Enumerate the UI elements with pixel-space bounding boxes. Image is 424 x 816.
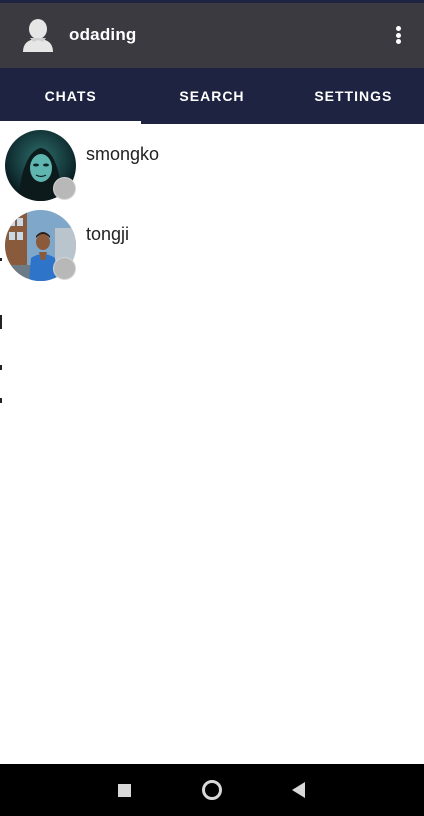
tab-bar: CHATS SEARCH SETTINGS — [0, 68, 424, 124]
menu-dot — [395, 32, 401, 38]
more-vertical-icon[interactable] — [386, 21, 410, 49]
edge-artifact — [0, 365, 2, 370]
chat-item-tongji[interactable]: tongji — [0, 204, 424, 284]
chat-list: smongko tongji — [0, 124, 424, 284]
square-recents-icon[interactable] — [94, 764, 154, 816]
edge-artifact — [0, 258, 2, 261]
tab-chats[interactable]: CHATS — [0, 68, 142, 124]
menu-dot — [395, 39, 401, 44]
edge-artifact — [0, 315, 2, 329]
circle-home-icon[interactable] — [182, 764, 242, 816]
triangle-back-icon[interactable] — [268, 764, 328, 816]
chat-name: smongko — [86, 144, 160, 164]
edge-artifact — [0, 398, 2, 403]
status-badge — [53, 257, 76, 280]
tab-search[interactable]: SEARCH — [141, 68, 282, 124]
home-glyph — [202, 780, 222, 800]
status-badge — [53, 177, 76, 200]
top-app-bar: odading — [0, 0, 424, 68]
chat-item-smongko[interactable]: smongko — [0, 124, 424, 204]
back-glyph — [291, 782, 305, 798]
chat-name: tongji — [86, 224, 130, 244]
person-silhouette-icon[interactable] — [20, 17, 56, 53]
app-screen: odading CHATS SEARCH SETTINGS smongko to… — [0, 0, 424, 816]
menu-dot — [395, 26, 401, 31]
tab-settings[interactable]: SETTINGS — [283, 68, 424, 124]
system-navigation-bar — [0, 764, 424, 816]
profile-name[interactable]: odading — [69, 25, 137, 45]
recents-glyph — [117, 783, 131, 797]
